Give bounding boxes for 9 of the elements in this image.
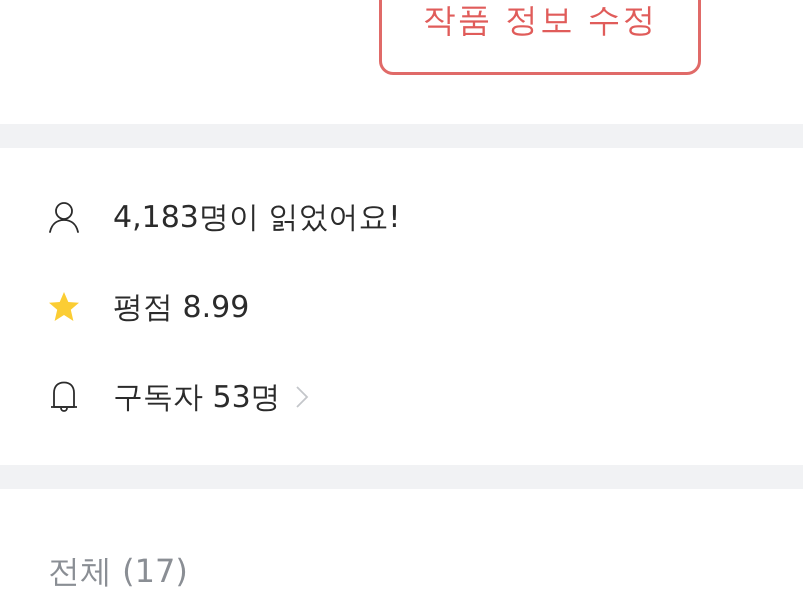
star-icon — [48, 291, 80, 323]
episodes-count-heading: 전체 (17) — [48, 552, 188, 590]
rating-stat-text: 평점 8.99 — [113, 288, 250, 326]
readers-stat-text: 4,183명이 읽었어요! — [113, 198, 400, 236]
edit-info-button[interactable]: 작품 정보 수정 — [379, 0, 701, 75]
person-icon — [48, 201, 80, 233]
bell-icon — [48, 381, 80, 413]
subscribers-stat-text[interactable]: 구독자 53명 — [113, 376, 281, 418]
chevron-right-icon[interactable] — [294, 385, 309, 409]
